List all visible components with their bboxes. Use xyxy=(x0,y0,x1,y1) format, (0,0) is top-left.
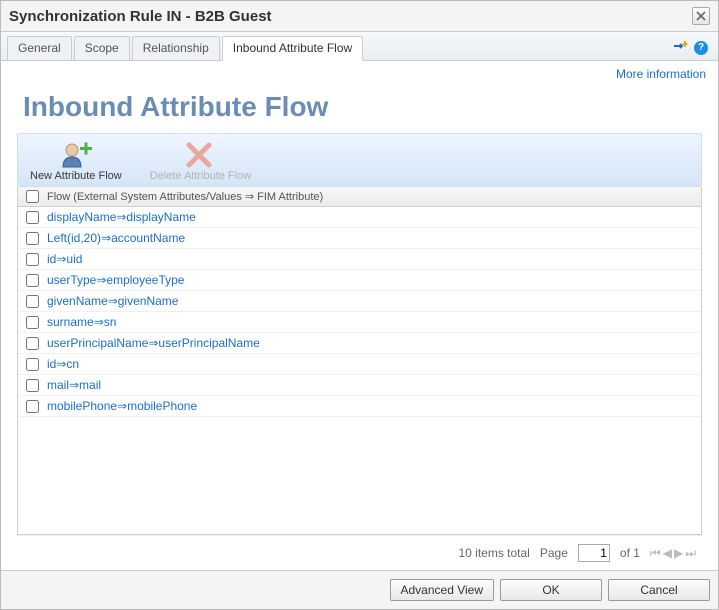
add-icon[interactable] xyxy=(672,39,688,56)
more-information-link[interactable]: More information xyxy=(1,61,718,81)
row-checkbox[interactable] xyxy=(26,316,39,329)
new-attribute-flow-button[interactable]: New Attribute Flow xyxy=(30,140,122,182)
delete-attribute-flow-label: Delete Attribute Flow xyxy=(150,170,252,182)
table-row: userType⇒employeeType xyxy=(18,270,701,291)
row-checkbox[interactable] xyxy=(26,211,39,224)
row-checkbox[interactable] xyxy=(26,232,39,245)
page-title: Inbound Attribute Flow xyxy=(17,91,702,133)
flow-link[interactable]: id⇒cn xyxy=(47,357,79,371)
content-area: More information Inbound Attribute Flow … xyxy=(1,61,718,570)
action-bar: New Attribute Flow Delete Attribute Flow xyxy=(17,133,702,187)
cancel-button[interactable]: Cancel xyxy=(608,579,710,601)
close-icon[interactable] xyxy=(692,7,710,25)
tabbar-actions: ? xyxy=(672,39,712,60)
page-of-label: of 1 xyxy=(620,546,640,560)
ok-button[interactable]: OK xyxy=(500,579,602,601)
flow-link[interactable]: givenName⇒givenName xyxy=(47,294,178,308)
flow-link[interactable]: surname⇒sn xyxy=(47,315,116,329)
page-label: Page xyxy=(540,546,568,560)
row-checkbox[interactable] xyxy=(26,337,39,350)
dialog-footer: Advanced View OK Cancel xyxy=(1,570,718,609)
delete-icon xyxy=(180,140,220,170)
row-checkbox[interactable] xyxy=(26,400,39,413)
next-page-icon[interactable]: ▶ xyxy=(674,546,683,561)
window-title: Synchronization Rule IN - B2B Guest xyxy=(9,8,272,25)
tab-scope[interactable]: Scope xyxy=(74,36,130,60)
row-checkbox[interactable] xyxy=(26,253,39,266)
tabbar: General Scope Relationship Inbound Attri… xyxy=(1,32,718,61)
first-page-icon[interactable]: ⏮ xyxy=(650,546,661,561)
last-page-icon[interactable]: ⏭ xyxy=(685,546,696,561)
row-checkbox[interactable] xyxy=(26,379,39,392)
pager-nav: ⏮ ◀ ▶ ⏭ xyxy=(650,546,696,561)
dialog-window: Synchronization Rule IN - B2B Guest Gene… xyxy=(0,0,719,610)
table-row: id⇒cn xyxy=(18,354,701,375)
flow-link[interactable]: mail⇒mail xyxy=(47,378,101,392)
select-all-checkbox[interactable] xyxy=(26,190,39,203)
tab-relationship[interactable]: Relationship xyxy=(132,36,220,60)
row-checkbox[interactable] xyxy=(26,274,39,287)
flow-table: Flow (External System Attributes/Values … xyxy=(17,187,702,535)
table-row: displayName⇒displayName xyxy=(18,207,701,228)
table-row: userPrincipalName⇒userPrincipalName xyxy=(18,333,701,354)
items-total-label: 10 items total xyxy=(458,546,529,560)
column-header-flow: Flow (External System Attributes/Values … xyxy=(47,190,323,203)
table-row: surname⇒sn xyxy=(18,312,701,333)
prev-page-icon[interactable]: ◀ xyxy=(663,546,672,561)
flow-link[interactable]: Left(id,20)⇒accountName xyxy=(47,231,185,245)
table-row: Left(id,20)⇒accountName xyxy=(18,228,701,249)
delete-attribute-flow-button: Delete Attribute Flow xyxy=(150,140,252,182)
main-panel: Inbound Attribute Flow New Attribute Flo… xyxy=(17,91,702,570)
flow-link[interactable]: userType⇒employeeType xyxy=(47,273,184,287)
table-row: id⇒uid xyxy=(18,249,701,270)
flow-link[interactable]: id⇒uid xyxy=(47,252,82,266)
tab-general[interactable]: General xyxy=(7,36,72,60)
table-header-row: Flow (External System Attributes/Values … xyxy=(18,187,701,207)
row-checkbox[interactable] xyxy=(26,358,39,371)
titlebar: Synchronization Rule IN - B2B Guest xyxy=(1,1,718,32)
new-attribute-flow-label: New Attribute Flow xyxy=(30,170,122,182)
tab-inbound-attribute-flow[interactable]: Inbound Attribute Flow xyxy=(222,36,363,61)
flow-link[interactable]: displayName⇒displayName xyxy=(47,210,196,224)
row-checkbox[interactable] xyxy=(26,295,39,308)
table-row: mail⇒mail xyxy=(18,375,701,396)
flow-link[interactable]: userPrincipalName⇒userPrincipalName xyxy=(47,336,260,350)
page-number-input[interactable] xyxy=(578,544,610,562)
table-row: mobilePhone⇒mobilePhone xyxy=(18,396,701,417)
flow-link[interactable]: mobilePhone⇒mobilePhone xyxy=(47,399,197,413)
help-icon[interactable]: ? xyxy=(694,41,708,55)
advanced-view-button[interactable]: Advanced View xyxy=(390,579,495,601)
pager: 10 items total Page of 1 ⏮ ◀ ▶ ⏭ xyxy=(17,535,702,570)
table-row: givenName⇒givenName xyxy=(18,291,701,312)
user-add-icon xyxy=(56,140,96,170)
